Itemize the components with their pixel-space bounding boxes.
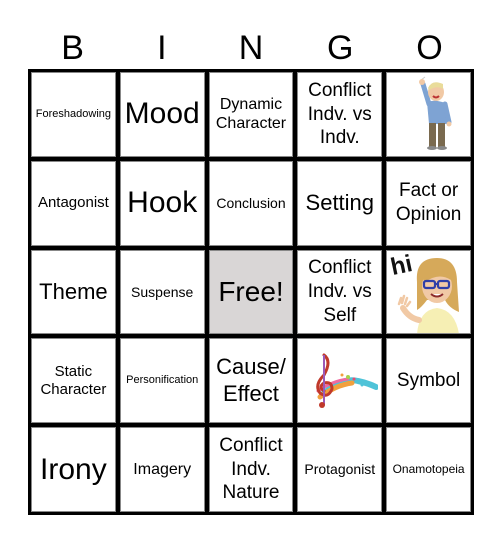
bingo-cell[interactable] xyxy=(386,72,471,157)
cell-text: Dynamic Character xyxy=(215,96,287,133)
bingo-cell[interactable]: Static Character xyxy=(31,338,116,424)
header-letter-g: G xyxy=(326,29,354,67)
bingo-cell[interactable]: Cause/ Effect xyxy=(208,338,294,424)
bingo-cell[interactable]: Suspense xyxy=(119,249,205,335)
cell-text: Onamotopeia xyxy=(392,462,465,477)
bingo-cell[interactable]: Conclusion xyxy=(208,160,294,246)
header-letter-i: I xyxy=(157,29,167,67)
cell-text: Suspense xyxy=(131,283,194,300)
bingo-cell[interactable]: Mood xyxy=(119,72,205,157)
cell-text: Setting xyxy=(305,190,375,215)
cell-text: Hook xyxy=(127,186,198,220)
cell-text: Protagonist xyxy=(304,461,376,478)
header-letter-b: B xyxy=(61,29,84,67)
bingo-card-grid: Foreshadowing Mood Dynamic Character Con… xyxy=(28,69,474,515)
bingo-cell[interactable]: Dynamic Character xyxy=(208,72,294,157)
bingo-header: B I N G O xyxy=(28,28,474,68)
bingo-cell[interactable]: hi xyxy=(386,249,471,335)
bingo-cell[interactable]: Irony xyxy=(31,427,116,512)
bingo-cell[interactable]: Hook xyxy=(119,160,205,246)
bingo-cell[interactable]: Conflict Indv. Nature xyxy=(208,427,294,512)
bingo-cell[interactable]: Antagonist xyxy=(31,160,116,246)
cell-text: Foreshadowing xyxy=(35,107,111,120)
bingo-cell[interactable]: Onamotopeia xyxy=(386,427,471,512)
cell-text: Irony xyxy=(40,452,107,486)
cell-text: Conflict Indv. Nature xyxy=(219,434,283,504)
cell-text: Symbol xyxy=(396,369,461,391)
cell-text: Cause/ Effect xyxy=(216,354,286,406)
cell-text: Imagery xyxy=(133,461,192,478)
bingo-cell[interactable]: Conflict Indv. vs Indv. xyxy=(297,72,383,157)
bingo-cell[interactable]: Fact or Opinion xyxy=(386,160,471,246)
cell-text: Free! xyxy=(218,276,284,308)
cell-text: Mood xyxy=(124,97,200,131)
cell-text: Fact or Opinion xyxy=(395,180,462,226)
free-space-cell[interactable]: Free! xyxy=(208,249,294,335)
bingo-cell[interactable]: Protagonist xyxy=(297,427,383,512)
cell-text: Personification xyxy=(126,374,199,387)
treble-clef-icon xyxy=(316,353,378,408)
cell-text: Conflict Indv. vs Self xyxy=(307,257,372,326)
bingo-cell[interactable] xyxy=(297,338,383,424)
cell-text: Conclusion xyxy=(216,194,286,211)
bingo-cell[interactable]: Conflict Indv. vs Self xyxy=(297,249,383,335)
man-waving-avatar-icon xyxy=(418,76,452,151)
header-letter-n: N xyxy=(238,29,264,67)
bingo-cell[interactable]: Personification xyxy=(119,338,205,424)
cell-text: Theme xyxy=(39,278,108,304)
bingo-cell[interactable]: Setting xyxy=(297,160,383,246)
cell-text: Conflict Indv. vs Indv. xyxy=(307,79,372,149)
bingo-cell[interactable]: Theme xyxy=(31,249,116,335)
cell-text: Static Character xyxy=(40,362,107,398)
header-letter-o: O xyxy=(416,29,443,67)
bingo-cell[interactable]: Symbol xyxy=(386,338,471,424)
cell-text: Antagonist xyxy=(37,194,109,212)
bingo-cell[interactable]: Imagery xyxy=(119,427,205,512)
bingo-cell[interactable]: Foreshadowing xyxy=(31,72,116,157)
